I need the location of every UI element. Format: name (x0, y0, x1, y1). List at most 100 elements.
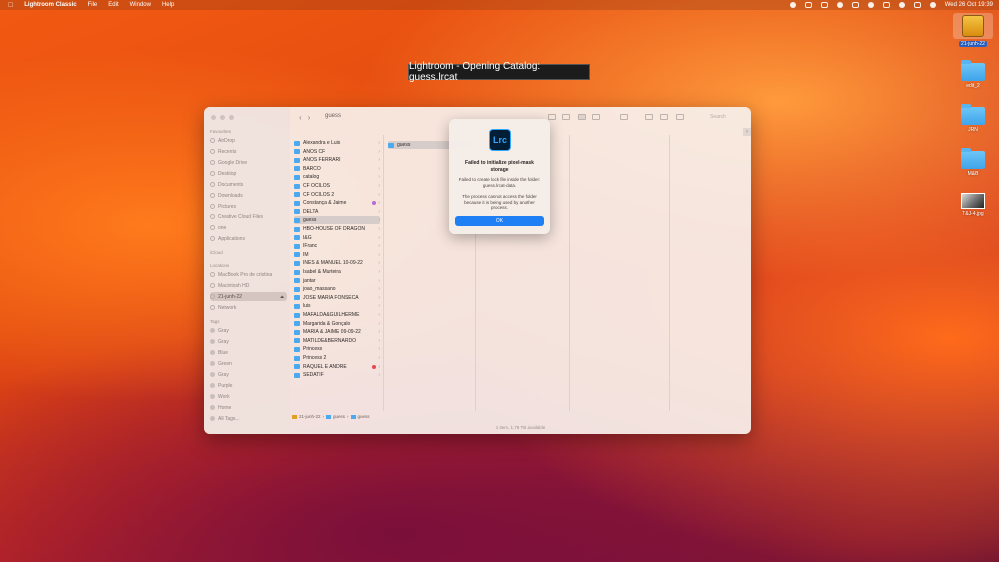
desktop-drive-21-junh-22[interactable]: 21-junh-22 (953, 13, 993, 47)
path-segment[interactable]: guess (333, 414, 345, 419)
sidebar-tag-work[interactable]: Work (210, 392, 287, 401)
sidebar-item-downloads[interactable]: Downloads (210, 191, 287, 200)
folder-icon (294, 209, 300, 215)
sidebar-tag-gray-2[interactable]: Gray (210, 337, 287, 346)
list-item[interactable]: joao_massano › (294, 285, 380, 293)
zoom-button[interactable] (229, 115, 234, 120)
list-item[interactable]: Alexandra e Luis › (294, 139, 380, 147)
list-item[interactable]: catalog › (294, 173, 380, 181)
folder-icon (326, 414, 332, 419)
list-item[interactable]: IFranc › (294, 242, 380, 250)
ok-button[interactable]: OK (455, 216, 544, 226)
creative-cloud-icon[interactable] (789, 2, 796, 8)
minimize-button[interactable] (220, 115, 225, 120)
list-item[interactable]: MAFALDA&GUILHERME › (294, 311, 380, 319)
menu-help[interactable]: Help (162, 2, 174, 8)
sidebar-tag-blue[interactable]: Blue (210, 348, 287, 357)
sidebar-item-macintosh-hd[interactable]: Macintosh HD (210, 281, 287, 290)
list-item[interactable]: jantar › (294, 277, 380, 285)
bluetooth-icon[interactable] (836, 2, 843, 8)
list-view-icon[interactable] (562, 114, 570, 120)
window-controls (211, 115, 234, 120)
folder-icon (350, 414, 356, 419)
desktop-image-tj4[interactable]: T&J-4.jpg (953, 193, 993, 217)
list-item[interactable]: DELTA › (294, 208, 380, 216)
list-item[interactable]: SEDATIF › (294, 371, 380, 379)
sidebar-item-creative-cloud[interactable]: Creative Cloud Files (210, 212, 287, 221)
list-item[interactable]: RAQUEL E ANDRE › (294, 363, 380, 371)
search-icon[interactable] (898, 2, 905, 8)
path-segment[interactable]: 21-junh-22 (299, 414, 321, 419)
more-icon[interactable] (676, 114, 684, 120)
chevron-right-icon: › (378, 320, 380, 327)
search-input[interactable]: Search (710, 114, 726, 120)
chevron-right-icon: › (378, 294, 380, 301)
sidebar-item-desktop[interactable]: Desktop (210, 169, 287, 178)
list-item[interactable]: CF OCILOS 2 › (294, 191, 380, 199)
list-item[interactable]: luis › (294, 302, 380, 310)
gallery-view-icon[interactable] (592, 114, 600, 120)
sidebar-item-network[interactable]: Network (210, 303, 287, 312)
column-view-icon[interactable] (578, 114, 586, 120)
sidebar-item-recents[interactable]: Recents (210, 147, 287, 156)
screen-icon[interactable] (804, 2, 812, 8)
back-forward-icon[interactable]: ‹› (299, 113, 316, 122)
list-item[interactable]: MATILDE&BERNARDO › (294, 337, 380, 345)
sidebar-all-tags[interactable]: All Tags... (210, 414, 287, 423)
sidebar-item-pictures[interactable]: Pictures (210, 202, 287, 211)
sidebar-tag-gray[interactable]: Gray (210, 326, 287, 335)
app-menu[interactable]: Lightroom Classic (24, 2, 76, 8)
sidebar-item-documents[interactable]: Documents (210, 180, 287, 189)
wifi-icon[interactable] (867, 2, 874, 8)
path-segment[interactable]: guess (358, 414, 370, 419)
clock[interactable]: Wed 26 Oct 19:39 (945, 2, 993, 8)
display-icon[interactable] (820, 2, 828, 8)
list-item[interactable]: Princess › (294, 345, 380, 353)
sidebar-tag-purple[interactable]: Purple (210, 381, 287, 390)
list-item[interactable]: ANOS FERRARI › (294, 156, 380, 164)
desktop-folder-mb[interactable]: M&B (953, 148, 993, 177)
apple-menu-icon[interactable]:  (8, 2, 13, 9)
icon-view-icon[interactable] (548, 114, 556, 120)
chevron-right-icon: › (378, 337, 380, 344)
external-drive-icon (962, 15, 984, 37)
control-center-icon[interactable] (882, 2, 890, 8)
sidebar-item-airdrop[interactable]: AirDrop (210, 136, 287, 145)
list-item[interactable]: JOSE MARIA FONSECA › (294, 294, 380, 302)
list-item[interactable]: I&G › (294, 234, 380, 242)
list-item[interactable]: INES & MANUEL 10-09-22 › (294, 259, 380, 267)
list-item[interactable]: HBO-HOUSE OF DRAGON › (294, 225, 380, 233)
list-item[interactable]: MARIA & JAIME 09-09-22 › (294, 328, 380, 336)
desktop-folder-jrn[interactable]: JRN (953, 104, 993, 133)
tag-icon[interactable] (660, 114, 668, 120)
sidebar-item-google-drive[interactable]: Google Drive (210, 158, 287, 167)
siri-icon[interactable] (929, 2, 936, 8)
menu-file[interactable]: File (88, 2, 98, 8)
eject-icon[interactable]: ⏏ (280, 294, 284, 299)
battery-icon[interactable] (851, 2, 859, 8)
share-icon[interactable] (645, 114, 653, 120)
chevron-right-icon: › (378, 157, 380, 164)
list-item[interactable]: guess › (294, 216, 380, 225)
list-item[interactable]: Isabel & Murteira › (294, 268, 380, 276)
list-item[interactable]: Constança & Jaime › (294, 199, 380, 207)
desktop-folder-edit-2[interactable]: edit_2 (953, 60, 993, 89)
sidebar-tag-home[interactable]: Home (210, 403, 287, 412)
list-item[interactable]: BARCO › (294, 165, 380, 173)
sidebar-item-21-junh-22[interactable]: 21-junh-22 ⏏ (210, 292, 287, 301)
list-item[interactable]: IM › (294, 251, 380, 259)
sidebar-tag-green[interactable]: Green (210, 359, 287, 368)
list-item[interactable]: ANOS CF › (294, 148, 380, 156)
list-item[interactable]: CF OCILOS › (294, 182, 380, 190)
menu-edit[interactable]: Edit (108, 2, 118, 8)
sidebar-item-applications[interactable]: Applications (210, 234, 287, 243)
list-item[interactable]: Margarida & Gonçalo › (294, 320, 380, 328)
group-icon[interactable] (620, 114, 628, 120)
list-item[interactable]: Princess 2 › (294, 354, 380, 362)
menu-window[interactable]: Window (130, 2, 151, 8)
close-button[interactable] (211, 115, 216, 120)
sidebar-tag-gray-3[interactable]: Gray (210, 370, 287, 379)
screen-mirroring-icon[interactable] (913, 2, 921, 8)
sidebar-item-macbook[interactable]: MacBook Pro de cristina (210, 270, 287, 279)
sidebar-item-one[interactable]: one (210, 223, 287, 232)
